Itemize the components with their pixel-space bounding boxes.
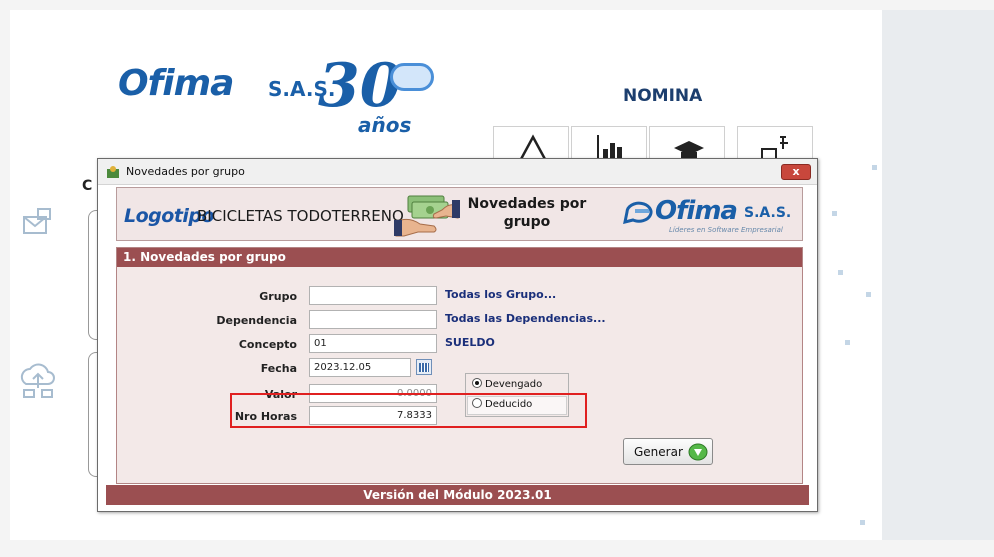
background-label-fragment: C: [82, 178, 93, 194]
radio-devengado-label: Devengado: [485, 379, 543, 390]
email-icon: [23, 208, 51, 234]
background-side-panel: [882, 10, 994, 540]
grupo-label: Grupo: [259, 290, 297, 303]
dependencia-input[interactable]: [309, 310, 437, 329]
brand-name: Ofima: [655, 196, 738, 226]
concepto-input[interactable]: [309, 334, 437, 353]
brand-suffix: S.A.S.: [744, 205, 792, 221]
module-name-line1: Novedades por: [467, 196, 587, 212]
module-name-line2: grupo: [503, 214, 551, 230]
close-icon: x: [792, 165, 800, 178]
logo-anniversary-word: años: [358, 113, 412, 137]
ofima-30-anos-logo: Ofima S.A.S. 30 años: [118, 51, 458, 155]
arrow-down-icon: [688, 443, 708, 461]
concepto-description: SUELDO: [445, 336, 495, 349]
dependencia-lookup-link[interactable]: Todas las Dependencias...: [445, 312, 606, 325]
grupo-lookup-link[interactable]: Todas los Grupo...: [445, 288, 556, 301]
dialog-title: Novedades por grupo: [126, 165, 245, 178]
section-header: 1. Novedades por grupo: [117, 248, 802, 267]
cloud-upload-icon: [20, 363, 55, 398]
brand-tagline: Líderes en Software Empresarial: [669, 226, 783, 234]
chat-bubble-icon: [390, 63, 434, 91]
module-version-footer: Versión del Módulo 2023.01: [106, 485, 809, 505]
novedades-dialog: Novedades por grupo x Logotipo BICICLETA…: [97, 158, 818, 512]
close-button[interactable]: x: [781, 164, 811, 180]
logo-brand: Ofima: [118, 63, 234, 104]
app-icon: [107, 166, 119, 178]
radio-selected-icon: [472, 378, 482, 388]
concepto-label: Concepto: [238, 338, 297, 351]
ofima-chat-icon: [623, 201, 653, 224]
money-hands-icon: [394, 195, 460, 237]
dialog-titlebar[interactable]: Novedades por grupo x: [98, 159, 817, 185]
module-banner: Logotipo BICICLETAS TODOTERRENO Novedade…: [116, 187, 803, 241]
logo-anniversary-number: 30: [318, 51, 402, 121]
dependencia-label: Dependencia: [216, 314, 297, 327]
fecha-input[interactable]: [309, 358, 411, 377]
company-name: BICICLETAS TODOTERRENO: [197, 207, 404, 225]
module-name: Novedades por grupo: [457, 195, 597, 231]
generar-button[interactable]: Generar: [623, 438, 713, 465]
ofima-brand-logo: Ofima S.A.S. Líderes en Software Empresa…: [617, 194, 802, 236]
calendar-icon[interactable]: [416, 359, 432, 375]
module-title: NOMINA: [623, 86, 703, 106]
background-bottom-strip: [0, 540, 994, 557]
generar-label: Generar: [634, 445, 683, 459]
novedades-panel: 1. Novedades por grupo Grupo Todas los G…: [116, 247, 803, 484]
dialog-body: Logotipo BICICLETAS TODOTERRENO Novedade…: [106, 187, 809, 505]
grupo-input[interactable]: [309, 286, 437, 305]
fecha-label: Fecha: [260, 362, 297, 375]
red-highlight-box: [230, 393, 587, 428]
